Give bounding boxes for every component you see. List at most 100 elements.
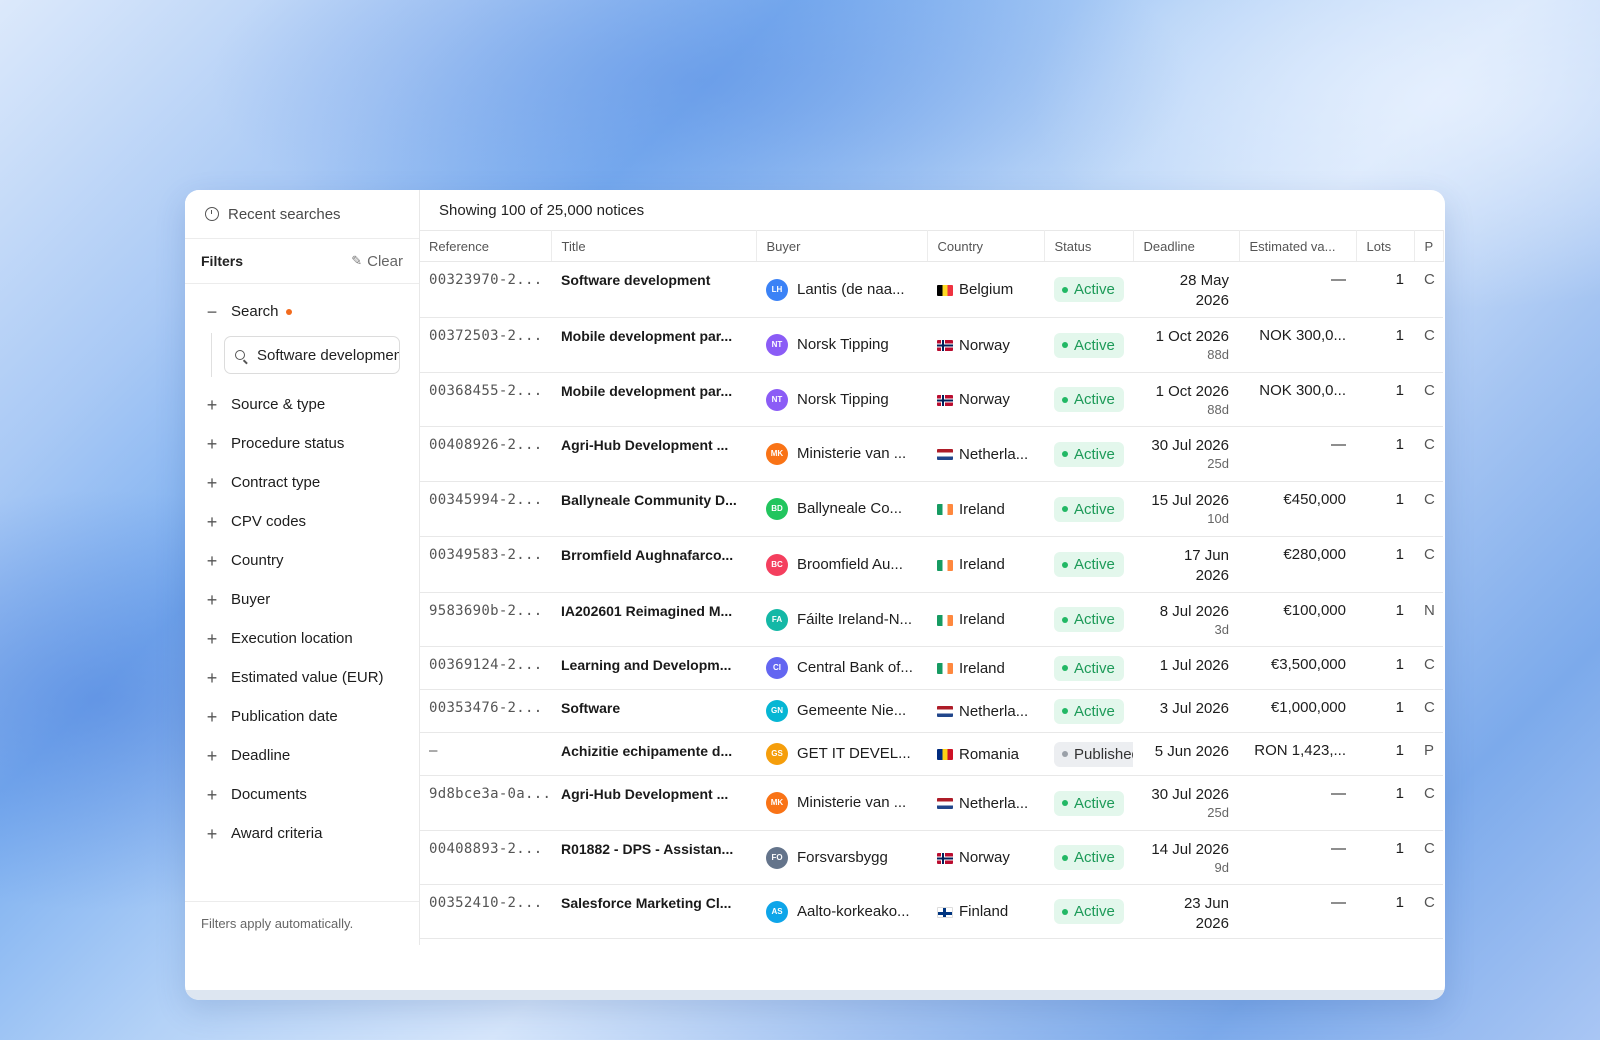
buyer-cell[interactable]: BD Ballyneale Co... (756, 481, 927, 537)
clear-filters-button[interactable]: ✎ Clear (351, 253, 403, 270)
title-cell[interactable]: Mobile development par... (551, 372, 756, 427)
table-row[interactable]: 00368455-2... Mobile development par... NT… (419, 372, 1443, 427)
table-row[interactable]: 9583690b-2... IA202601 Reimagined M... FA F… (419, 592, 1443, 647)
title-cell[interactable]: Achizitie echipamente d... (551, 732, 756, 776)
column-header[interactable]: Deadline (1133, 230, 1240, 262)
table-row[interactable]: 9d8bce3a-0a... Agri-Hub Development ... MK… (419, 775, 1443, 831)
buyer-cell[interactable]: GN Gemeente Nie... (756, 689, 927, 733)
status-badge: Active (1054, 655, 1124, 681)
search-input[interactable]: Software development (224, 336, 400, 374)
buyer-name: Ministerie van ... (797, 444, 907, 462)
estimated-value-cell: — (1239, 426, 1356, 482)
title-cell[interactable]: Software development (551, 261, 756, 318)
reference-cell[interactable]: — (419, 732, 551, 776)
buyer-cell[interactable]: LH Lantis (de naa... (756, 261, 927, 318)
filter-item[interactable]: + Documents (185, 775, 419, 814)
reference-cell[interactable]: 00349583-2... (419, 536, 551, 593)
buyer-cell[interactable]: FA Fáilte Ireland-N... (756, 592, 927, 647)
filter-item[interactable]: + Estimated value (EUR) (185, 658, 419, 697)
buyer-cell[interactable]: FO Forsvarsbygg (756, 830, 927, 885)
table-row[interactable]: 00323970-2... Software development LH Lanti… (419, 261, 1443, 318)
filter-item[interactable]: + Deadline (185, 736, 419, 775)
table-row[interactable]: — Achizitie echipamente d... GS GET IT DEVE… (419, 732, 1443, 776)
filter-item[interactable]: + Country (185, 541, 419, 580)
buyer-cell[interactable]: MK Ministerie van ... (756, 775, 927, 831)
title-cell[interactable]: Agri-Hub Development ... (551, 426, 756, 482)
filter-item[interactable]: + Buyer (185, 580, 419, 619)
buyer-name: Central Bank of... (797, 658, 913, 676)
table-row[interactable]: 00372503-2... Mobile development par... NT… (419, 317, 1443, 373)
flag-nl-icon (937, 798, 953, 810)
status-label: Active (1074, 903, 1115, 920)
status-label: Active (1074, 794, 1115, 812)
table-row[interactable]: 00408926-2... Agri-Hub Development ... MK M… (419, 426, 1443, 482)
title-cell[interactable]: Software (551, 689, 756, 733)
days-remaining: 25d (1207, 805, 1229, 820)
status-label: Active (1074, 659, 1115, 677)
filters-header: Filters ✎ Clear (185, 239, 419, 284)
reference-cell[interactable]: 00369124-2... (419, 646, 551, 690)
app-window: Recent searches Filters ✎ Clear − Search… (185, 190, 1445, 1000)
title-cell[interactable]: Mobile development par... (551, 317, 756, 373)
title-cell[interactable]: Salesforce Marketing Cl... (551, 884, 756, 939)
filter-item[interactable]: + Procedure status (185, 424, 419, 463)
buyer-cell[interactable]: BC Broomfield Au... (756, 536, 927, 593)
title-cell[interactable]: Ballyneale Community D... (551, 481, 756, 537)
column-header[interactable]: P (1414, 230, 1444, 262)
recent-searches-button[interactable]: Recent searches (185, 190, 419, 239)
reference-cell[interactable]: 9d8bce3a-0a... (419, 775, 551, 831)
expand-icon: + (206, 628, 218, 649)
table-row[interactable]: 00345994-2... Ballyneale Community D... BD… (419, 481, 1443, 537)
filter-item-label: Execution location (231, 630, 353, 647)
column-header[interactable]: Status (1044, 230, 1134, 262)
deadline-date: 28 May (1179, 272, 1229, 289)
filter-item[interactable]: + Execution location (185, 619, 419, 658)
reference-cell[interactable]: 00352410-2... (419, 884, 551, 939)
buyer-cell[interactable]: CI Central Bank of... (756, 646, 927, 690)
reference-cell[interactable]: 00353476-2... (419, 689, 551, 733)
column-header[interactable]: Lots (1356, 230, 1415, 262)
table-row[interactable]: 00369124-2... Learning and Developm... CI C… (419, 646, 1443, 690)
filter-item[interactable]: + Contract type (185, 463, 419, 502)
buyer-avatar: GN (766, 700, 788, 722)
reference-cell[interactable]: 00345994-2... (419, 481, 551, 537)
country-cell: Belgium (927, 261, 1044, 318)
reference-cell[interactable]: 9583690b-2... (419, 592, 551, 647)
status-label: Published (1074, 745, 1133, 763)
column-header[interactable]: Title (551, 230, 757, 262)
buyer-cell[interactable]: MK Ministerie van ... (756, 426, 927, 482)
title-cell[interactable]: Brromfield Aughnafarco... (551, 536, 756, 593)
deadline-date: 17 Jun (1183, 547, 1229, 564)
buyer-name: Lantis (de naa... (797, 280, 905, 298)
title-cell[interactable]: Learning and Developm... (551, 646, 756, 690)
table-row[interactable]: 00408893-2... R01882 - DPS - Assistan... F… (419, 830, 1443, 885)
buyer-cell[interactable]: NT Norsk Tipping (756, 372, 927, 427)
filter-search-toggle[interactable]: − Search (185, 292, 419, 331)
buyer-cell[interactable]: GS GET IT DEVEL... (756, 732, 927, 776)
column-header[interactable]: Estimated va... (1239, 230, 1357, 262)
reference-cell[interactable]: 00368455-2... (419, 372, 551, 427)
status-label: Active (1074, 500, 1115, 518)
reference-cell[interactable]: 00408926-2... (419, 426, 551, 482)
filter-item[interactable]: + Publication date (185, 697, 419, 736)
title-cell[interactable]: IA202601 Reimagined M... (551, 592, 756, 647)
column-header[interactable]: Reference (419, 230, 552, 262)
title-cell[interactable]: R01882 - DPS - Assistan... (551, 830, 756, 885)
column-header[interactable]: Buyer (756, 230, 928, 262)
status-label: Active (1074, 556, 1115, 573)
search-icon (235, 350, 245, 360)
table-row[interactable]: 00352410-2... Salesforce Marketing Cl... A… (419, 884, 1443, 939)
title-cell[interactable]: Agri-Hub Development ... (551, 775, 756, 831)
column-header[interactable]: Country (927, 230, 1045, 262)
filter-item[interactable]: + Source & type (185, 385, 419, 424)
truncated-column-cell: C (1414, 372, 1443, 427)
reference-cell[interactable]: 00408893-2... (419, 830, 551, 885)
reference-cell[interactable]: 00372503-2... (419, 317, 551, 373)
reference-cell[interactable]: 00323970-2... (419, 261, 551, 318)
buyer-cell[interactable]: NT Norsk Tipping (756, 317, 927, 373)
table-row[interactable]: 00353476-2... Software GN Gemeente Nie... Ne… (419, 689, 1443, 733)
buyer-cell[interactable]: AS Aalto-korkeako... (756, 884, 927, 939)
filter-item[interactable]: + CPV codes (185, 502, 419, 541)
table-row[interactable]: 00349583-2... Brromfield Aughnafarco... BC… (419, 536, 1443, 593)
filter-item[interactable]: + Award criteria (185, 814, 419, 853)
